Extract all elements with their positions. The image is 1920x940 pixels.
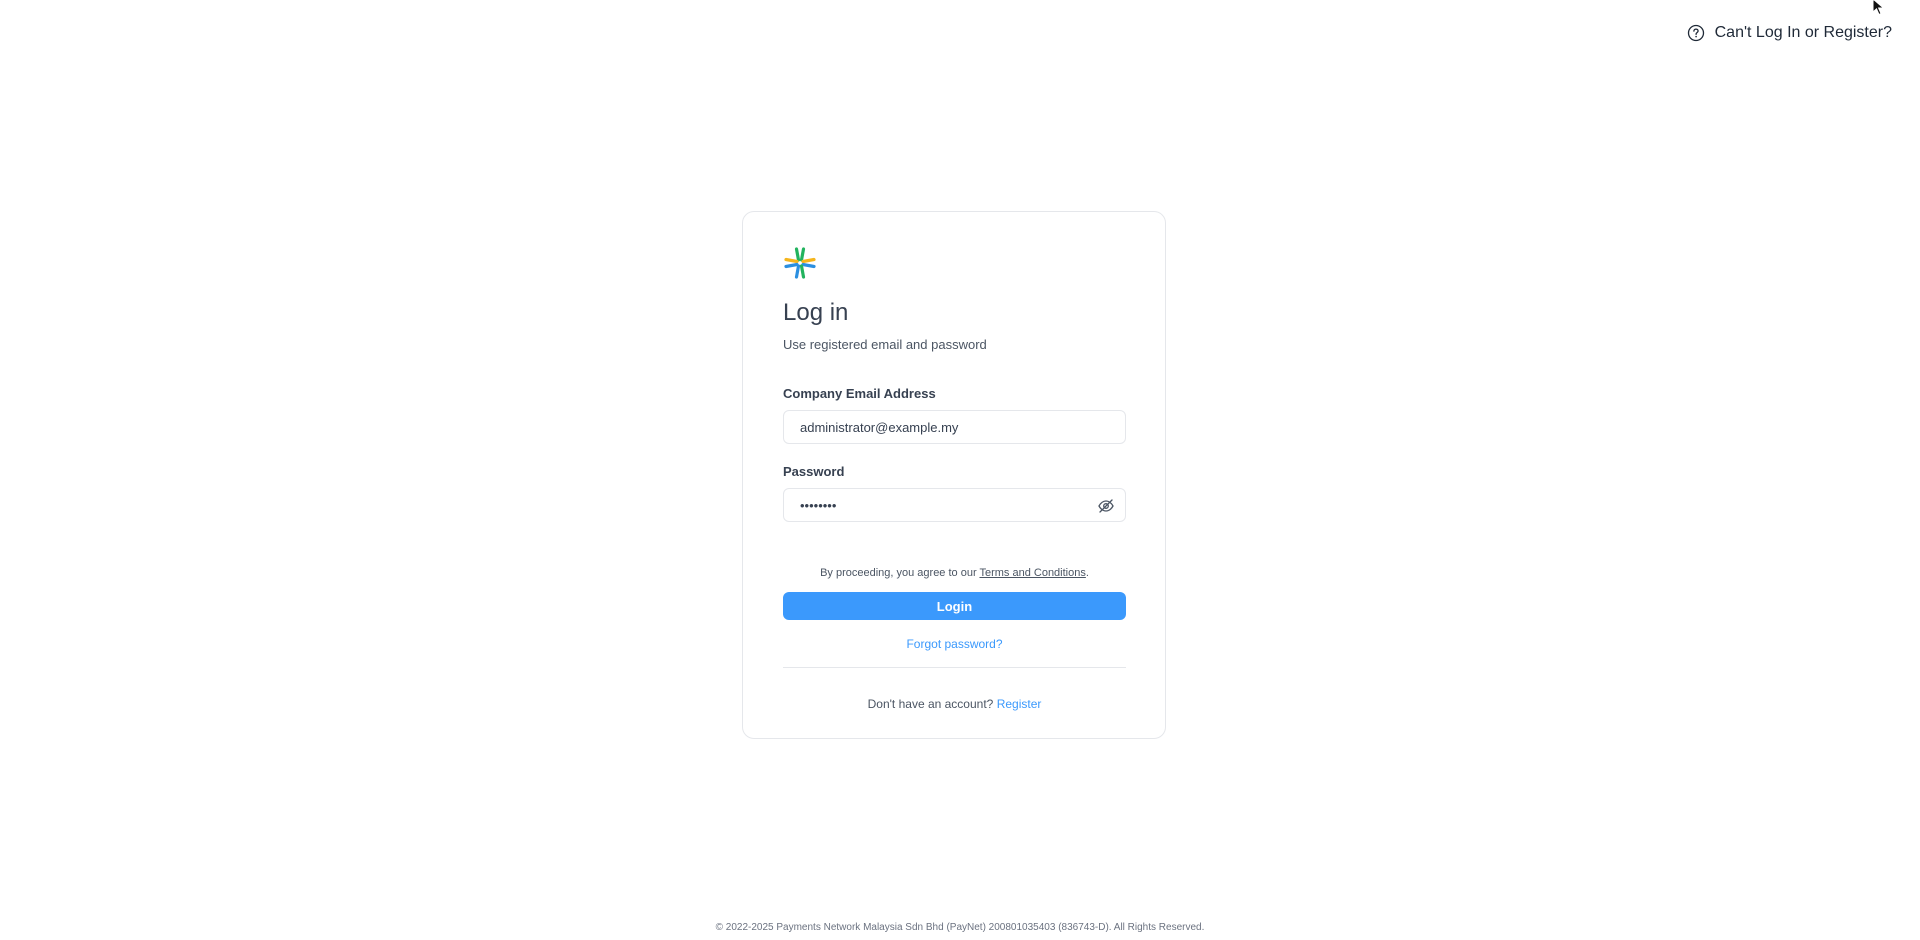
eye-slash-icon[interactable] xyxy=(1097,497,1115,515)
login-page: Can't Log In or Register? Log in Use reg… xyxy=(0,0,1920,940)
password-label: Password xyxy=(783,464,845,479)
help-link-label: Can't Log In or Register? xyxy=(1714,24,1892,41)
password-field[interactable] xyxy=(784,489,1125,521)
forgot-password-row: Forgot password? xyxy=(783,636,1126,652)
email-label: Company Email Address xyxy=(783,386,936,401)
mouse-cursor-icon xyxy=(1872,0,1885,16)
page-subtitle: Use registered email and password xyxy=(783,337,987,352)
email-field-wrapper xyxy=(783,410,1126,444)
divider xyxy=(783,667,1126,668)
terms-prefix: By proceeding, you agree to our xyxy=(820,567,980,579)
terms-notice: By proceeding, you agree to our Terms an… xyxy=(783,566,1126,580)
footer-copyright: © 2022-2025 Payments Network Malaysia Sd… xyxy=(715,922,1205,933)
no-account-text: Don't have an account? xyxy=(867,697,994,711)
register-link[interactable]: Register xyxy=(997,697,1042,711)
page-title: Log in xyxy=(783,299,849,326)
terms-and-conditions-link[interactable]: Terms and Conditions xyxy=(979,567,1085,579)
question-circle-icon xyxy=(1687,24,1704,42)
password-field-wrapper xyxy=(783,488,1126,522)
forgot-password-link[interactable]: Forgot password? xyxy=(906,637,1002,651)
login-button[interactable]: Login xyxy=(783,592,1126,620)
cant-login-register-link[interactable]: Can't Log In or Register? xyxy=(1687,24,1892,42)
email-field[interactable] xyxy=(784,411,1125,443)
paynet-logo xyxy=(784,247,816,279)
login-card: Log in Use registered email and password… xyxy=(742,211,1166,739)
register-row: Don't have an account? Register xyxy=(783,696,1126,712)
terms-suffix: . xyxy=(1085,567,1089,579)
